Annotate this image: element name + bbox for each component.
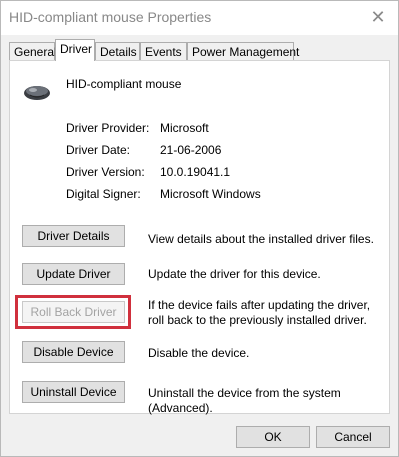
cancel-button[interactable]: Cancel (316, 426, 390, 448)
roll-back-driver-description: If the device fails after updating the d… (148, 298, 371, 327)
roll-back-driver-button[interactable]: Roll Back Driver (22, 301, 125, 323)
tab-details[interactable]: Details (95, 42, 140, 60)
title-bar: HID-compliant mouse Properties ✕ (1, 1, 398, 35)
driver-provider-label: Driver Provider: (66, 121, 150, 135)
tab-power-management[interactable]: Power Management (187, 42, 299, 60)
driver-details-description: View details about the installed driver … (148, 232, 374, 246)
driver-version-label: Driver Version: (66, 165, 145, 179)
update-driver-button[interactable]: Update Driver (22, 263, 125, 285)
mouse-icon (24, 86, 50, 100)
uninstall-device-button[interactable]: Uninstall Device (22, 381, 125, 403)
driver-date-label: Driver Date: (66, 143, 131, 157)
window-title: HID-compliant mouse Properties (9, 9, 212, 25)
digital-signer-value: Microsoft Windows (160, 187, 261, 201)
digital-signer-label: Digital Signer: (66, 187, 141, 201)
tab-events[interactable]: Events (140, 42, 187, 60)
driver-version-value: 10.0.19041.1 (160, 165, 231, 179)
disable-device-button[interactable]: Disable Device (22, 341, 125, 363)
update-driver-description: Update the driver for this device. (148, 267, 321, 281)
tab-general[interactable]: General (9, 42, 57, 60)
driver-details-button[interactable]: Driver Details (22, 225, 125, 247)
driver-provider-value: Microsoft (160, 121, 209, 135)
device-name: HID-compliant mouse (66, 77, 182, 91)
properties-dialog: HID-compliant mouse Properties ✕ General… (0, 0, 399, 457)
driver-date-value: 21-06-2006 (160, 143, 222, 157)
driver-tab-panel: HID-compliant mouse Driver Provider: Mic… (9, 60, 390, 415)
uninstall-device-description: Uninstall the device from the system (Ad… (148, 386, 341, 415)
tab-driver[interactable]: Driver (55, 39, 95, 61)
close-button[interactable]: ✕ (364, 3, 392, 31)
ok-button[interactable]: OK (236, 426, 310, 448)
close-icon: ✕ (370, 6, 386, 27)
disable-device-description: Disable the device. (148, 346, 250, 360)
